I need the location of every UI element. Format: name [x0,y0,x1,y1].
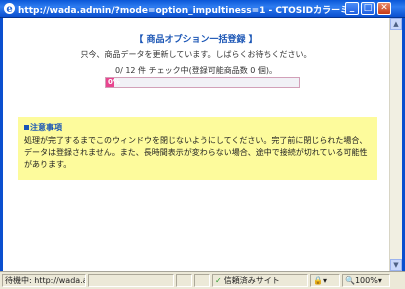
status-text: 待機中: http://wada.a [2,274,86,287]
progress-bar: 0% [105,77,300,88]
scroll-up-icon[interactable]: ▲ [390,18,402,30]
check-icon: ✓ [215,276,222,285]
window-title: http://wada.admin/?mode=option_impultine… [18,6,348,16]
security-zone: ✓ 信頼済みサイト [212,274,308,287]
close-button[interactable]: ✕ [377,2,391,15]
status-blank-2 [176,274,192,287]
protected-mode-icon: 🔒▾ [313,276,327,285]
notice-box: 注意事項 処理が完了するまでこのウィンドウを閉じないようにしてください。完了前に… [18,117,377,180]
window-titlebar[interactable]: e http://wada.admin/?mode=option_impulti… [0,0,405,18]
protected-mode-button[interactable]: 🔒▾ [310,274,340,287]
status-blank-3 [194,274,210,287]
notice-title: 注意事項 [30,123,62,132]
zoom-button[interactable]: 🔍100%▾ [342,274,390,287]
zoom-level: 100% [354,276,378,285]
internet-explorer-icon: e [3,2,16,15]
status-bar: 待機中: http://wada.a ✓ 信頼済みサイト 🔒▾ 🔍100%▾ [0,271,405,289]
status-blank-1 [88,274,174,287]
scroll-down-icon[interactable]: ▼ [390,259,402,271]
notice-body: 処理が完了するまでこのウィンドウを閉じないようにしてください。完了前に閉じられた… [24,136,368,169]
zoom-icon: 🔍 [345,276,355,285]
info-message: 只今、商品データを更新しています。しばらくお待ちください。 [80,50,312,59]
page-content: 【 商品オプション一括登録 】 只今、商品データを更新しています。しばらくお待ち… [3,18,389,271]
square-bullet-icon [24,125,29,130]
progress-percent: 0% [108,78,120,86]
minimize-button[interactable]: _ [345,2,359,15]
chevron-down-icon: ▾ [377,276,382,285]
svg-text:e: e [6,4,12,15]
maximize-button[interactable]: □ [361,2,375,15]
progress-status: 0/ 12 件 チェック中(登録可能商品数 0 個)。 [114,66,277,75]
notice-heading: 注意事項 [24,122,371,133]
zone-label: 信頼済みサイト [223,276,280,285]
vertical-scrollbar[interactable]: ▲ ▼ [389,18,402,271]
page-title: 【 商品オプション一括登録 】 [134,35,258,45]
